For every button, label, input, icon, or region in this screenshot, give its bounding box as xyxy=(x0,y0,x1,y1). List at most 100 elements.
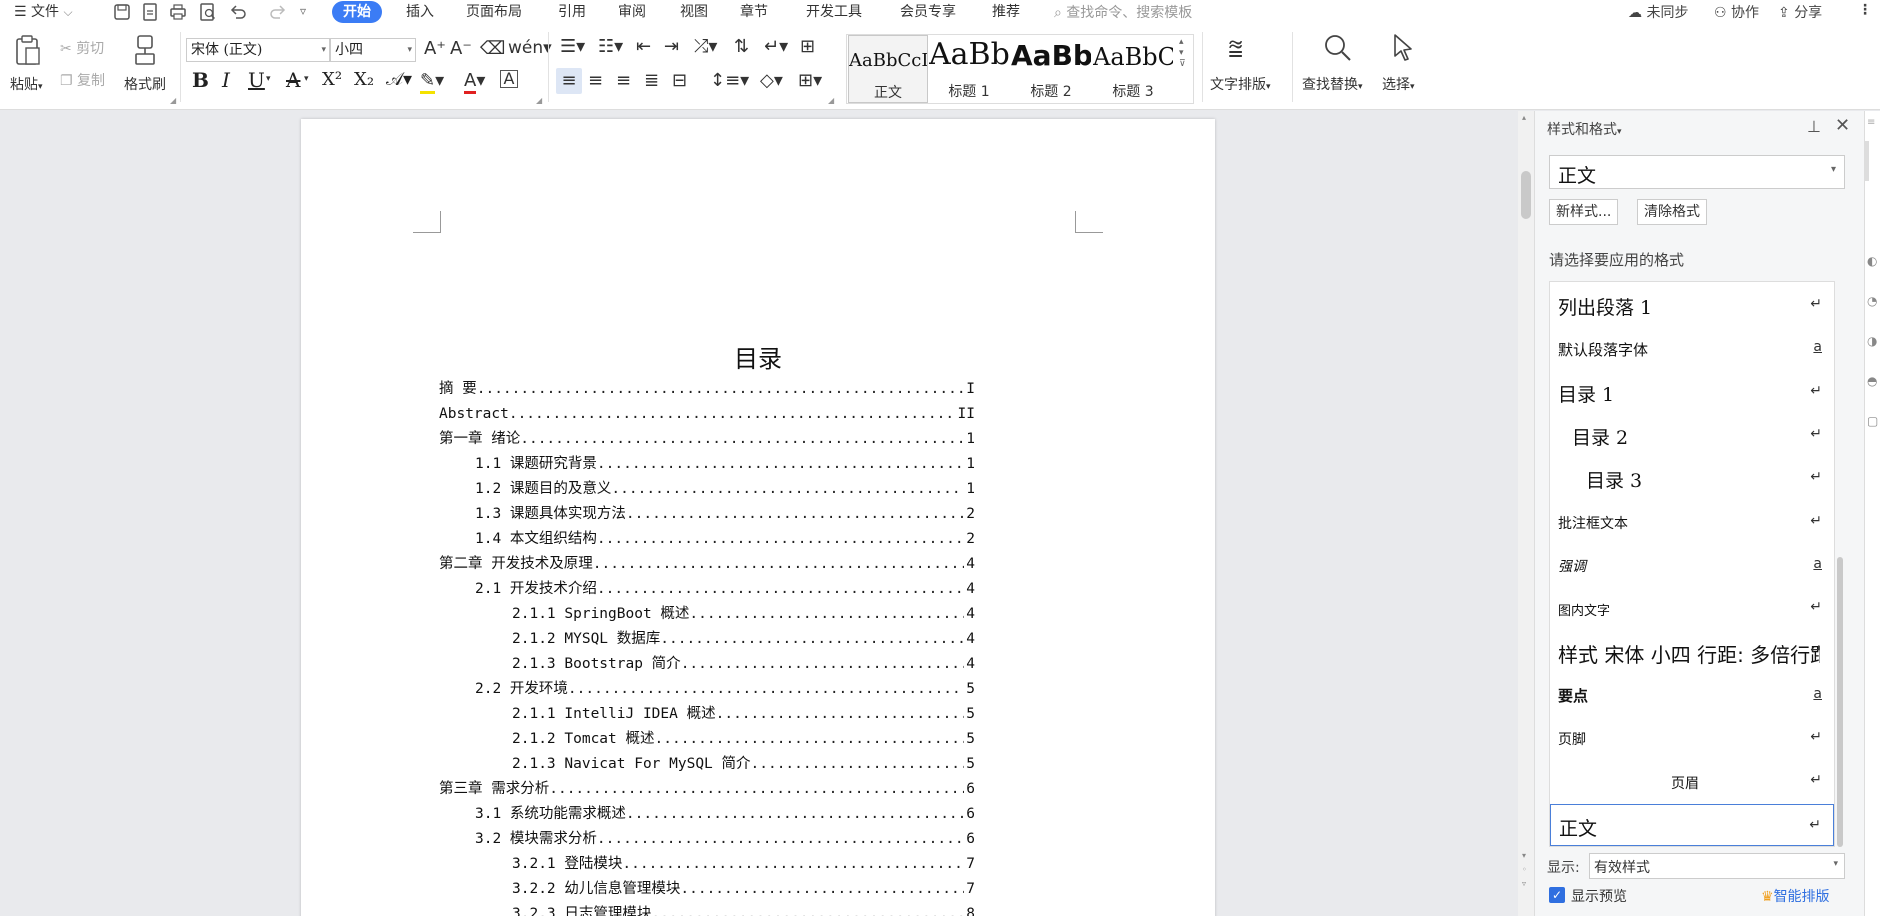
style-preset-heading2[interactable]: AaBb( 标题 2 xyxy=(1011,35,1091,103)
increase-indent-icon[interactable]: ⇥ xyxy=(664,36,679,57)
distributed-align-icon[interactable]: ⊟ xyxy=(672,70,687,91)
format-painter-button[interactable]: 格式刷 xyxy=(124,74,166,94)
text-layout-button[interactable]: 文字排版▾ xyxy=(1210,74,1271,94)
select-button[interactable]: 选择▾ xyxy=(1382,74,1415,94)
toc-entry[interactable]: 3.2.1 登陆模块 7 xyxy=(512,854,975,874)
cut-button[interactable]: ✂ 剪切 xyxy=(60,38,104,58)
side-handle-icon[interactable]: ≡ xyxy=(1867,117,1875,128)
paste-button[interactable]: 粘贴▾ xyxy=(10,74,43,94)
tab-home[interactable]: 开始 xyxy=(332,1,382,23)
smart-layout-button[interactable]: ♛智能排版 xyxy=(1761,886,1830,906)
chevron-down-icon[interactable]: ▾ xyxy=(266,74,271,84)
style-list-item[interactable]: 目录 1 ↵ xyxy=(1550,371,1834,413)
toc-entry[interactable]: Abstract II xyxy=(439,404,975,424)
highlight-icon[interactable]: ✎▾ xyxy=(420,70,444,94)
text-layout-icon[interactable]: ⩰ xyxy=(1228,34,1243,65)
font-color-icon[interactable]: A▾ xyxy=(464,70,485,94)
style-preset-heading3[interactable]: AaBbCc 标题 3 xyxy=(1093,35,1173,103)
close-icon[interactable]: ✕ xyxy=(1835,115,1850,136)
underline-button[interactable]: U xyxy=(248,68,265,92)
text-direction-icon[interactable]: ⤮▾ xyxy=(694,36,717,57)
toc-entry[interactable]: 2.1.3 Navicat For MySQL 简介 5 xyxy=(512,754,975,774)
undo-icon[interactable] xyxy=(228,2,248,22)
toc-entry[interactable]: 3.2 模块需求分析 6 xyxy=(475,829,975,849)
tab-stops-icon[interactable]: ⊞ xyxy=(800,36,815,57)
tab-recommend[interactable]: 推荐 xyxy=(992,2,1020,22)
tab-references[interactable]: 引用 xyxy=(558,2,586,22)
sort-icon[interactable]: ⇅ xyxy=(734,36,749,57)
font-size-select[interactable]: 小四 ▾ xyxy=(330,38,416,62)
cursor-select-icon[interactable] xyxy=(1390,32,1416,68)
italic-button[interactable]: I xyxy=(222,68,230,92)
tab-page-layout[interactable]: 页面布局 xyxy=(466,2,522,22)
export-pdf-icon[interactable] xyxy=(140,2,160,22)
phonetic-guide-icon[interactable]: wén▾ xyxy=(508,38,552,58)
file-menu-button[interactable]: ☰ 文件 ⌵ xyxy=(14,2,73,22)
toc-entry[interactable]: 2.1.2 MYSQL 数据库 4 xyxy=(512,629,975,649)
superscript-button[interactable]: X² xyxy=(322,68,342,92)
toc-entry[interactable]: 1.2 课题目的及意义 1 xyxy=(475,479,975,499)
tab-member[interactable]: 会员专享 xyxy=(900,2,956,22)
bullet-list-icon[interactable]: ☰▾ xyxy=(560,36,585,57)
chevron-down-icon[interactable]: ▾ xyxy=(304,74,309,84)
redo-icon[interactable] xyxy=(268,2,288,22)
customize-toolbar-icon[interactable]: ▿ xyxy=(300,4,320,24)
style-list-item[interactable]: 页脚 ↵ xyxy=(1550,717,1834,759)
scrollbar-thumb[interactable] xyxy=(1837,557,1843,847)
toc-entry[interactable]: 第一章 绪论 1 xyxy=(439,429,975,449)
scroll-up-icon[interactable]: ▴ xyxy=(1522,113,1526,122)
align-center-icon[interactable]: ≡ xyxy=(588,70,603,91)
tab-review[interactable]: 审阅 xyxy=(618,2,646,22)
show-marks-icon[interactable]: ↵▾ xyxy=(764,36,788,57)
character-border-icon[interactable]: A xyxy=(500,70,518,88)
style-list-item[interactable]: 目录 2 ↵ xyxy=(1550,414,1834,456)
toc-entry[interactable]: 1.4 本文组织结构 2 xyxy=(475,529,975,549)
page-nav-icon[interactable]: ▾ ◦ ▿ xyxy=(1522,849,1527,891)
align-left-icon[interactable]: ≡ xyxy=(556,68,582,94)
copy-button[interactable]: ❐ 复制 xyxy=(60,70,105,90)
toc-entry[interactable]: 摘 要I xyxy=(439,379,975,399)
pin-icon[interactable]: ⊥ xyxy=(1807,117,1821,136)
paragraph-group-launcher-icon[interactable]: ◢ xyxy=(828,96,834,105)
style-list-scrollbar[interactable] xyxy=(1835,281,1845,847)
more-icon[interactable]: ⋮ xyxy=(1858,2,1872,18)
align-right-icon[interactable]: ≡ xyxy=(616,70,631,91)
style-list-item[interactable]: 要点 a xyxy=(1550,674,1834,716)
toc-entry[interactable]: 2.1.1 IntelliJ IDEA 概述 5 xyxy=(512,704,975,724)
toc-entry[interactable]: 第二章 开发技术及原理 4 xyxy=(439,554,975,574)
style-list-item[interactable]: 正文 ↵ xyxy=(1550,803,1834,846)
decrease-indent-icon[interactable]: ⇤ xyxy=(636,36,651,57)
style-list-item[interactable]: 默认段落字体 a xyxy=(1550,327,1834,369)
text-effect-icon[interactable]: 𝒜▾ xyxy=(386,68,412,92)
print-preview-icon[interactable] xyxy=(198,2,218,22)
scrollbar-thumb[interactable] xyxy=(1521,171,1531,219)
side-tab[interactable] xyxy=(1865,141,1869,181)
toc-entry[interactable]: 2.1.3 Bootstrap 简介 4 xyxy=(512,654,975,674)
document-scrollbar[interactable]: ▴ ▾ ◦ ▿ xyxy=(1518,111,1534,916)
share-button[interactable]: ⇪ 分享 xyxy=(1778,2,1822,22)
side-tool-icons[interactable]: ◐ ◔ ◑ ◓ ▢ xyxy=(1867,241,1878,441)
toc-entry[interactable]: 2.1 开发技术介绍 4 xyxy=(475,579,975,599)
style-list-item[interactable]: 页眉 ↵ xyxy=(1550,760,1834,802)
format-painter-icon[interactable] xyxy=(132,34,158,66)
style-preset-heading1[interactable]: AaBb 标题 1 xyxy=(929,35,1009,103)
font-group-launcher-icon[interactable]: ◢ xyxy=(536,96,542,105)
numbered-list-icon[interactable]: ☷▾ xyxy=(598,36,623,57)
panel-title-dropdown[interactable]: 样式和格式▾ xyxy=(1547,119,1622,139)
clear-format-button[interactable]: 清除格式 xyxy=(1637,199,1707,225)
current-style-select[interactable]: 正文 ▾ xyxy=(1549,155,1845,189)
toc-entry[interactable]: 3.2.2 幼儿信息管理模块 7 xyxy=(512,879,975,899)
print-icon[interactable] xyxy=(168,2,188,22)
show-preview-checkbox[interactable]: ✓ xyxy=(1549,887,1565,903)
grow-font-icon[interactable]: A⁺ xyxy=(424,38,446,59)
tab-view[interactable]: 视图 xyxy=(680,2,708,22)
toc-entry[interactable]: 1.1 课题研究背景 1 xyxy=(475,454,975,474)
shrink-font-icon[interactable]: A⁻ xyxy=(450,38,472,59)
toc-entry[interactable]: 3.2.3 日志管理模块 8 xyxy=(512,904,975,916)
clear-format-icon[interactable]: ⌫ xyxy=(480,38,505,59)
show-filter-select[interactable]: 有效样式 ▾ xyxy=(1589,853,1845,879)
toc-entry[interactable]: 2.1.1 SpringBoot 概述 4 xyxy=(512,604,975,624)
tab-insert[interactable]: 插入 xyxy=(406,2,434,22)
borders-icon[interactable]: ⊞▾ xyxy=(798,70,822,91)
collaborate-button[interactable]: ⚇ 协作 xyxy=(1714,2,1759,22)
